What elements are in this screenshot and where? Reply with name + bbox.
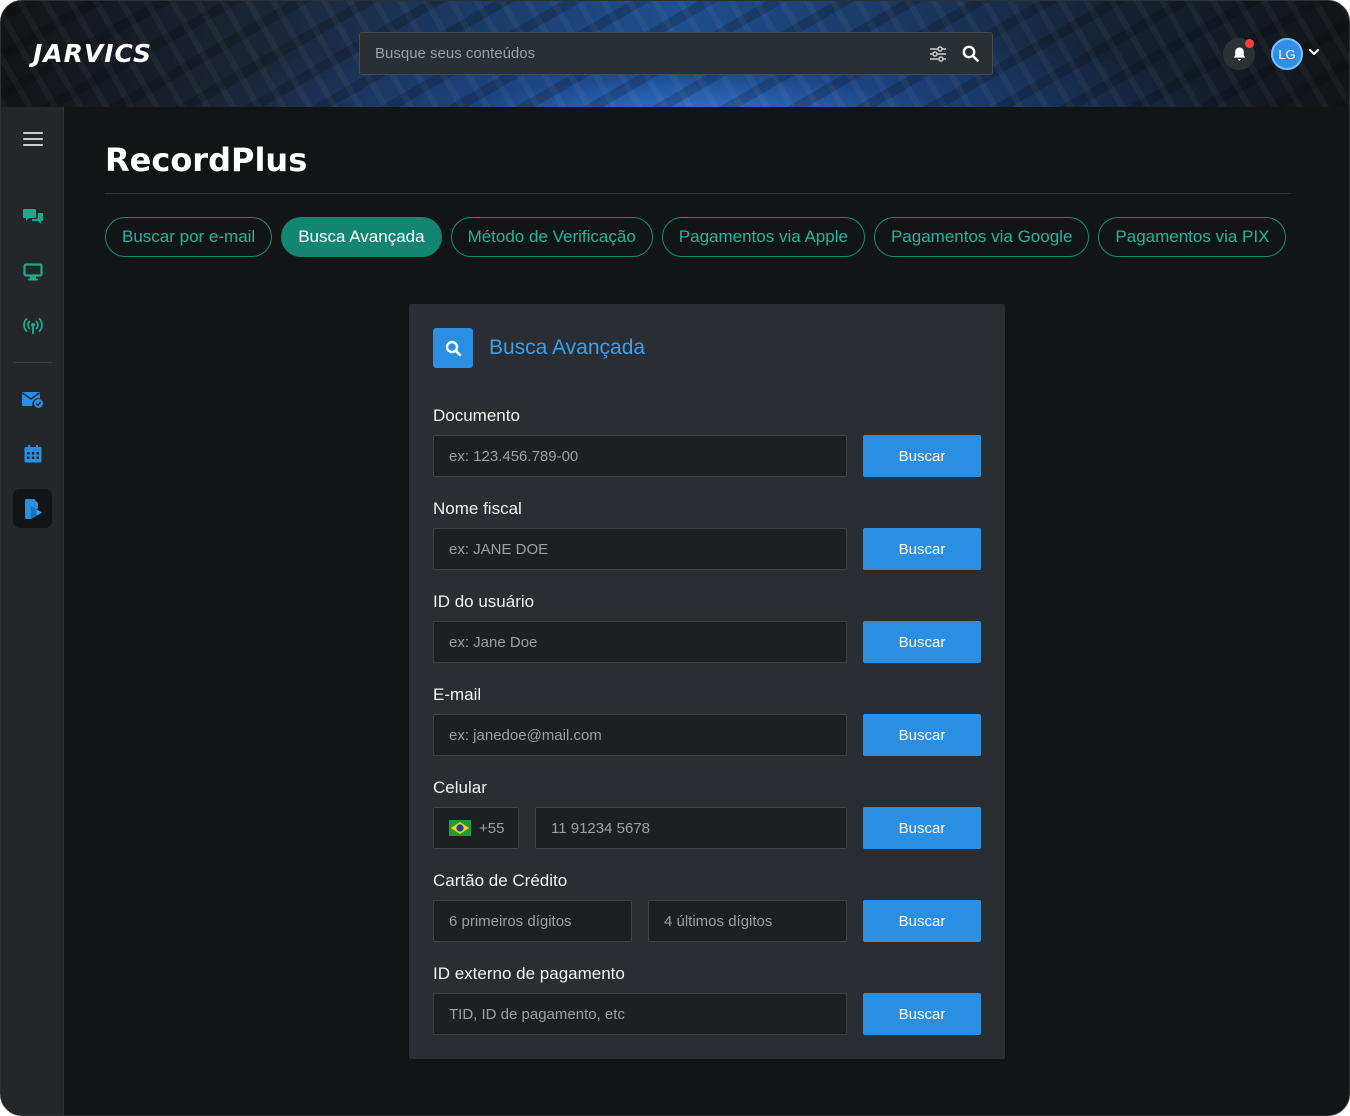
id-usuario-field-box [433,621,847,663]
nome-fiscal-search-button[interactable]: Buscar [863,528,981,570]
email-input[interactable] [449,715,846,755]
hamburger-menu-icon [22,131,43,146]
nome-fiscal-label: Nome fiscal [433,499,522,518]
email-search-button[interactable]: Buscar [863,714,981,756]
tab-buscar-por-email[interactable]: Buscar por e-mail [105,217,273,257]
email-field-box [433,714,847,756]
play-document-icon [24,498,42,519]
sidebar-item-calendar[interactable] [13,434,52,473]
tab-pagamentos-pix[interactable]: Pagamentos via PIX [1098,217,1287,257]
cartao-first-digits-input[interactable] [449,901,631,941]
celular-label: Celular [433,778,487,797]
mail-check-icon [21,391,43,408]
brazil-flag-icon [449,820,471,836]
sidebar-menu-toggle[interactable] [13,119,52,158]
sidebar-item-mail[interactable] [13,379,52,418]
notifications-button[interactable] [1223,38,1255,70]
card-header-badge [433,328,473,368]
id-externo-search-button[interactable]: Buscar [863,993,981,1035]
sidebar-divider [13,362,52,363]
nome-fiscal-field-box [433,528,847,570]
celular-field-box [535,807,847,849]
bell-icon [1233,47,1245,61]
id-externo-label: ID externo de pagamento [433,964,625,983]
search-icon[interactable] [954,32,986,75]
sidebar [1,107,64,1115]
card-title: Busca Avançada [489,336,646,359]
nome-fiscal-input[interactable] [449,529,846,569]
filter-sliders-icon[interactable] [922,32,954,75]
top-header: JARVICS Busque seus conteúdos LG [1,1,1349,107]
monitor-icon [22,262,43,280]
celular-search-button[interactable]: Buscar [863,807,981,849]
tab-pagamentos-google[interactable]: Pagamentos via Google [873,217,1090,257]
cartao-label: Cartão de Crédito [433,871,568,890]
avatar[interactable]: LG [1271,38,1303,70]
documento-label: Documento [433,406,520,425]
cartao-last-field-box [648,900,847,942]
id-usuario-label: ID do usuário [433,592,535,611]
chat-bubbles-icon [22,208,43,224]
country-code-select[interactable]: +55 [433,807,519,849]
sidebar-item-broadcast[interactable] [13,306,52,345]
search-icon [445,340,461,356]
tab-pagamentos-apple[interactable]: Pagamentos via Apple [661,217,865,257]
cartao-search-button[interactable]: Buscar [863,900,981,942]
sidebar-item-recordplus[interactable] [13,489,52,528]
sidebar-item-chat[interactable] [13,196,52,235]
email-label: E-mail [433,685,482,704]
documento-field-box [433,435,847,477]
id-usuario-search-button[interactable]: Buscar [863,621,981,663]
id-externo-field-box [433,993,847,1035]
app-window: JARVICS Busque seus conteúdos LG RecordP… [0,0,1350,1116]
cartao-first-field-box [433,900,632,942]
sidebar-item-monitor[interactable] [13,252,52,291]
tab-bar: Buscar por e-mail Busca Avançada Método … [105,217,1287,257]
documento-input[interactable] [449,436,846,476]
search-bar [359,32,993,75]
tab-metodo-de-verificacao[interactable]: Método de Verificação [450,217,653,257]
page-title: RecordPlus [105,141,308,179]
search-input[interactable] [360,33,922,74]
documento-search-button[interactable]: Buscar [863,435,981,477]
id-usuario-input[interactable] [449,622,846,662]
title-divider [105,193,1291,194]
app-logo[interactable]: JARVICS [33,39,152,68]
country-code-value: +55 [479,819,505,837]
chevron-down-icon[interactable] [1307,45,1321,59]
notification-badge [1245,39,1254,48]
calendar-icon [24,444,41,462]
advanced-search-card: Busca Avançada Documento Buscar Nome fis… [409,304,1005,1059]
card-header: Busca Avançada [433,328,645,368]
tab-busca-avancada[interactable]: Busca Avançada [281,217,442,257]
id-externo-input[interactable] [449,994,846,1034]
cartao-last-digits-input[interactable] [664,901,846,941]
celular-input[interactable] [551,808,846,848]
broadcast-antenna-icon [22,317,43,334]
